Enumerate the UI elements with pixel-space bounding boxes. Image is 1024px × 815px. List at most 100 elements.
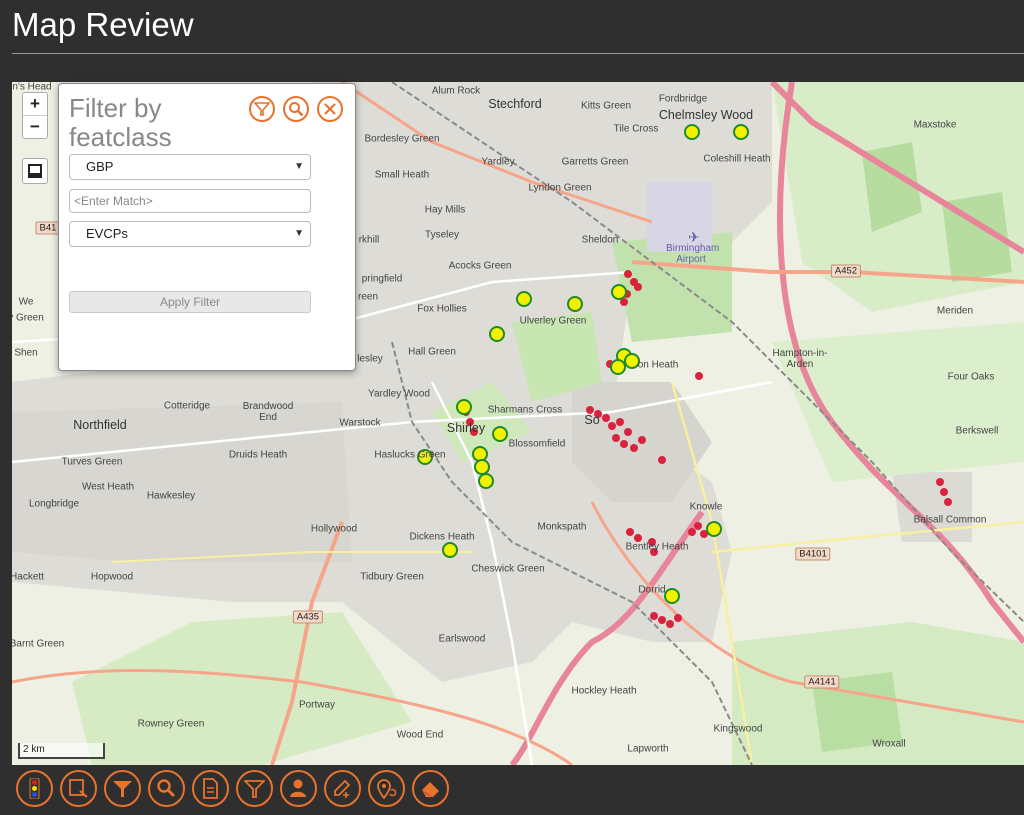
x-icon xyxy=(324,103,336,115)
place-label: Wood End xyxy=(396,729,444,741)
place-label: Yardley Wood xyxy=(368,388,430,400)
match-input[interactable]: <Enter Match> xyxy=(69,189,311,213)
search-icon[interactable] xyxy=(283,96,309,122)
road-shield: A4141 xyxy=(804,675,840,689)
place-label: Lapworth xyxy=(627,743,669,755)
road-shield: B4101 xyxy=(795,547,831,561)
place-label: Monkspath xyxy=(537,521,587,533)
place-label: Hall Green xyxy=(408,346,456,358)
zoom-in-button[interactable]: + xyxy=(23,93,47,115)
place-label: Four Oaks xyxy=(947,371,995,383)
scale-bar: 2 km xyxy=(18,743,105,759)
eraser-button[interactable] xyxy=(412,770,449,807)
document-icon xyxy=(203,778,218,799)
place-label: Blossomfield xyxy=(508,438,566,450)
place-label: Tyseley xyxy=(425,229,459,241)
chevron-down-icon: ▼ xyxy=(294,161,304,172)
place-label: Bentley Heath xyxy=(625,541,689,553)
featclass-select[interactable]: EVCPs ▼ xyxy=(69,221,311,247)
export-icon xyxy=(69,779,88,798)
zoom-control: + − xyxy=(22,92,48,139)
place-label: Lyndon Green xyxy=(528,182,592,194)
place-label: Rowney Green xyxy=(137,718,205,730)
place-label: Haslucks Green xyxy=(374,449,446,461)
place-label: Berkswell xyxy=(955,425,999,437)
filter-panel: Filter by featclass GBP ▼ <Enter Match> … xyxy=(58,83,356,371)
featclass-select-value: EVCPs xyxy=(86,226,128,241)
road-shield: B41 xyxy=(35,221,61,235)
evcp-marker xyxy=(442,542,458,558)
place-label: Acocks Green xyxy=(448,260,512,272)
evcp-marker xyxy=(456,399,472,415)
apply-filter-button[interactable]: Apply Filter xyxy=(69,291,311,313)
search-icon xyxy=(157,779,176,798)
place-label: West Heath xyxy=(81,481,135,493)
evcp-marker xyxy=(489,326,505,342)
place-label: Cheswick Green xyxy=(471,563,545,575)
place-label: Warstock xyxy=(339,417,381,429)
user-settings-button[interactable] xyxy=(280,770,317,807)
minor-road xyxy=(711,520,1024,554)
place-label: Hockley Heath xyxy=(571,685,637,697)
green-area xyxy=(772,322,1024,482)
dataset-select[interactable]: GBP ▼ xyxy=(69,154,311,180)
place-label: Turves Green xyxy=(61,456,123,468)
place-label: Northfield xyxy=(73,418,127,432)
place-label: Hay Mills xyxy=(424,204,466,216)
filter-outline-button[interactable] xyxy=(236,770,273,807)
user-settings-icon xyxy=(290,779,306,797)
layers-button[interactable] xyxy=(16,770,53,807)
place-label: reen xyxy=(357,291,379,303)
edit-add-button[interactable] xyxy=(324,770,361,807)
place-label: Birmingham Airport xyxy=(666,243,720,265)
location-refresh-button[interactable] xyxy=(368,770,405,807)
evcp-marker xyxy=(516,291,532,307)
filter-panel-title: Filter by featclass xyxy=(69,93,172,152)
search-button[interactable] xyxy=(148,770,185,807)
export-button[interactable] xyxy=(60,770,97,807)
place-label: Tile Cross xyxy=(613,123,659,135)
document-button[interactable] xyxy=(192,770,229,807)
place-label: Hackett xyxy=(12,571,44,583)
place-label: Alum Rock xyxy=(431,85,481,97)
evcp-marker xyxy=(472,446,488,462)
evcp-marker xyxy=(664,588,680,604)
place-label: Chelmsley Wood xyxy=(658,108,754,122)
close-icon[interactable] xyxy=(317,96,343,122)
place-label: Earlswood xyxy=(438,633,486,645)
filter-icon[interactable] xyxy=(249,96,275,122)
filter-solid-icon xyxy=(113,781,132,797)
place-label: pringfield xyxy=(361,273,403,285)
place-label: Fordbridge xyxy=(658,93,708,105)
place-label: Yardley xyxy=(481,156,515,168)
place-label: Bordesley Green xyxy=(364,133,440,145)
layer-toggle-button[interactable] xyxy=(22,158,48,184)
place-label: Tidbury Green xyxy=(360,571,424,583)
place-label: Kitts Green xyxy=(580,100,632,112)
zoom-out-button[interactable]: − xyxy=(23,115,47,138)
evcp-marker xyxy=(611,284,627,300)
filter-solid-button[interactable] xyxy=(104,770,141,807)
place-label: Shirley xyxy=(446,421,486,435)
place-label: Hawkesley xyxy=(146,490,196,502)
square-layer-icon xyxy=(28,164,42,178)
place-label: Garretts Green xyxy=(561,156,629,168)
place-label: So xyxy=(584,413,600,427)
place-label: n's Head xyxy=(12,82,52,93)
place-label: Stechford xyxy=(488,97,542,111)
road-shield: A452 xyxy=(830,264,862,278)
place-label: Barnt Green xyxy=(12,638,65,650)
airport-area xyxy=(647,182,712,252)
magnifier-icon xyxy=(289,102,304,117)
place-label: Dorrid xyxy=(638,584,666,596)
bottom-toolbar xyxy=(14,768,474,810)
match-input-placeholder: <Enter Match> xyxy=(74,194,153,208)
place-label: lesley xyxy=(357,353,383,365)
edit-add-icon xyxy=(334,779,351,798)
place-label: on Heath xyxy=(637,359,679,371)
place-label: Sharmans Cross xyxy=(487,404,563,416)
evcp-marker xyxy=(733,124,749,140)
place-label: Knowle xyxy=(689,501,723,513)
place-label: Wroxall xyxy=(872,738,906,750)
place-label: Kingswood xyxy=(713,723,763,735)
